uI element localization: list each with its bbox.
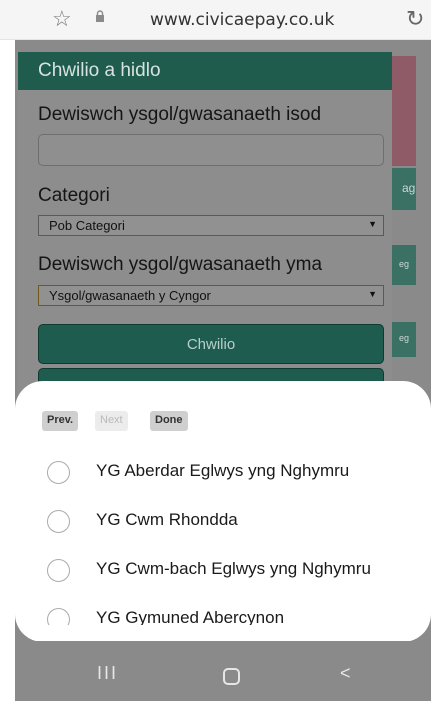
back-icon[interactable]: <: [340, 663, 351, 684]
background-text: eg: [399, 333, 410, 343]
background-text: eg: [399, 259, 410, 269]
dropdown-arrow-icon: ▼: [368, 219, 377, 229]
option-list[interactable]: YG Aberdar Eglwys yng Nghymru YG Cwm Rho…: [15, 440, 431, 625]
done-button[interactable]: Done: [150, 411, 188, 431]
browser-url-bar[interactable]: ☆ www.civicaepay.co.uk ↻: [0, 0, 431, 40]
radio-button[interactable]: [47, 461, 70, 484]
dropdown-arrow-icon: ▼: [368, 289, 377, 299]
bookmark-star-icon[interactable]: ☆: [52, 6, 72, 32]
radio-button[interactable]: [47, 510, 70, 533]
option-label: YG Aberdar Eglwys yng Nghymru: [96, 461, 350, 480]
radio-button[interactable]: [47, 559, 70, 582]
category-select-value: Pob Categori: [49, 218, 125, 233]
background-banner: [392, 56, 416, 166]
school-search-input[interactable]: [38, 134, 384, 166]
list-item[interactable]: YG Cwm Rhondda: [15, 496, 431, 546]
service-select-value: Ysgol/gwasanaeth y Cyngor: [49, 288, 211, 303]
lock-icon: [96, 10, 104, 22]
home-icon[interactable]: [223, 668, 240, 685]
list-item[interactable]: YG Gymuned Abercynon: [15, 594, 431, 625]
android-nav-bar: III <: [15, 651, 431, 701]
background-text: ag: [402, 181, 416, 195]
school-search-label: Dewiswch ysgol/gwasanaeth isod: [38, 104, 322, 125]
option-label: YG Gymuned Abercynon: [96, 608, 285, 625]
next-button[interactable]: Next: [95, 411, 128, 431]
list-item[interactable]: YG Aberdar Eglwys yng Nghymru: [15, 447, 431, 497]
service-choose-label: Dewiswch ysgol/gwasanaeth yma: [38, 254, 323, 275]
service-select[interactable]: Ysgol/gwasanaeth y Cyngor ▼: [38, 285, 384, 306]
category-select[interactable]: Pob Categori ▼: [38, 215, 384, 236]
category-label: Categori: [38, 185, 110, 206]
page-background: [15, 641, 431, 651]
url-text[interactable]: www.civicaepay.co.uk: [150, 10, 334, 30]
recents-icon[interactable]: III: [97, 663, 118, 684]
prev-button[interactable]: Prev.: [42, 411, 79, 431]
list-item[interactable]: YG Cwm-bach Eglwys yng Nghymru: [15, 545, 431, 595]
option-label: YG Cwm-bach Eglwys yng Nghymru: [96, 559, 371, 578]
reload-icon[interactable]: ↻: [406, 6, 424, 32]
panel-title: Chwilio a hidlo: [18, 52, 392, 90]
option-label: YG Cwm Rhondda: [96, 510, 238, 529]
radio-button[interactable]: [47, 608, 70, 625]
search-button[interactable]: Chwilio: [38, 324, 384, 364]
